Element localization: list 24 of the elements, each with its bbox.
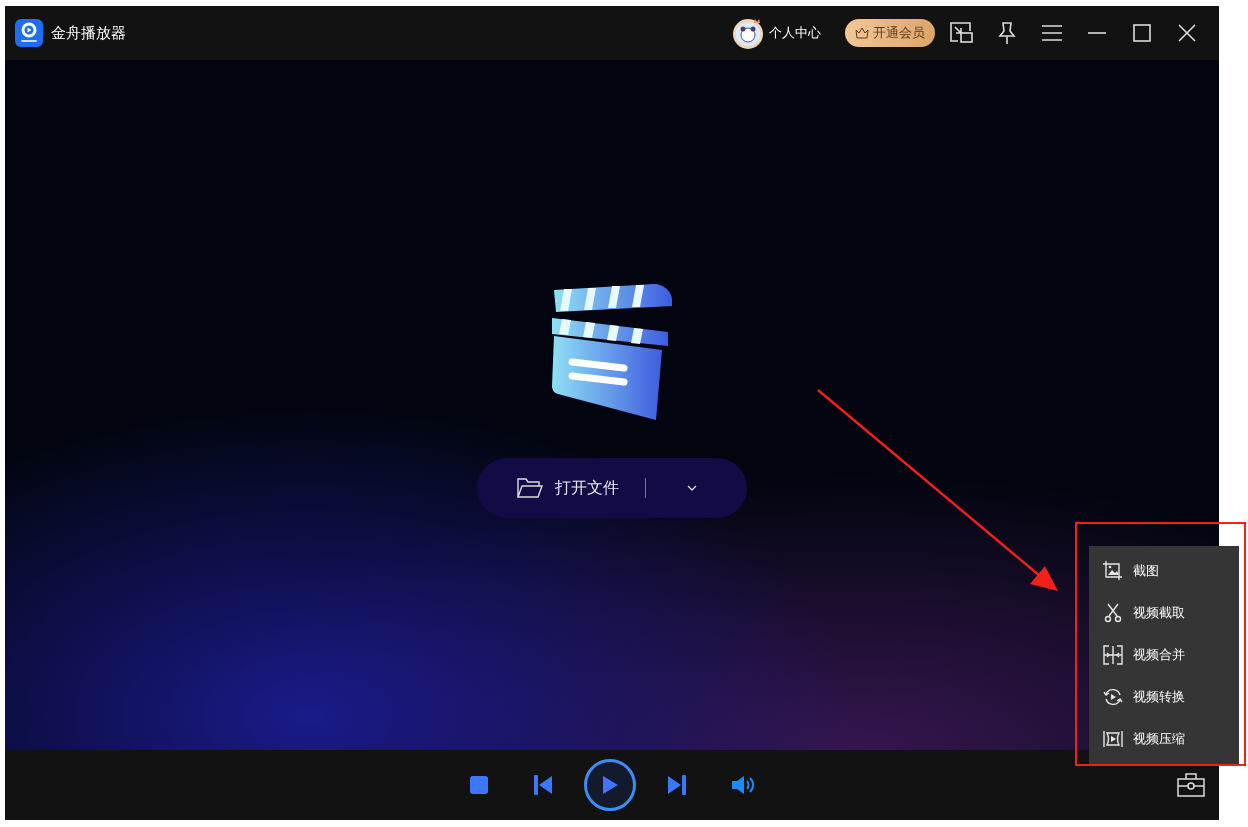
tools-menu-item[interactable]: 视频转换	[1089, 676, 1239, 718]
app-logo	[15, 19, 43, 47]
crown-icon	[855, 27, 869, 39]
app-title: 金舟播放器	[51, 22, 126, 44]
previous-icon[interactable]	[534, 775, 552, 795]
folder-icon	[517, 477, 543, 499]
user-center-button[interactable]: 个人中心	[725, 15, 827, 51]
volume-icon[interactable]	[732, 775, 754, 795]
open-file-button[interactable]: 打开文件	[517, 476, 619, 500]
merge-icon	[1103, 645, 1123, 665]
tools-menu-item[interactable]: 视频压缩	[1089, 718, 1239, 760]
compress-icon	[1103, 729, 1123, 749]
next-icon[interactable]	[668, 775, 686, 795]
avatar-icon	[731, 16, 765, 50]
crop-image-icon	[1103, 561, 1123, 581]
play-button[interactable]	[584, 759, 636, 811]
vip-button[interactable]: 开通会员	[845, 19, 935, 47]
play-icon	[602, 775, 618, 795]
toolbox-icon[interactable]	[1177, 773, 1205, 797]
tools-menu-item[interactable]: 视频合并	[1089, 634, 1239, 676]
scissors-icon	[1103, 603, 1123, 623]
tools-menu-item[interactable]: 视频截取	[1089, 592, 1239, 634]
tools-menu-item[interactable]: 截图	[1089, 550, 1239, 592]
convert-icon	[1103, 687, 1123, 707]
